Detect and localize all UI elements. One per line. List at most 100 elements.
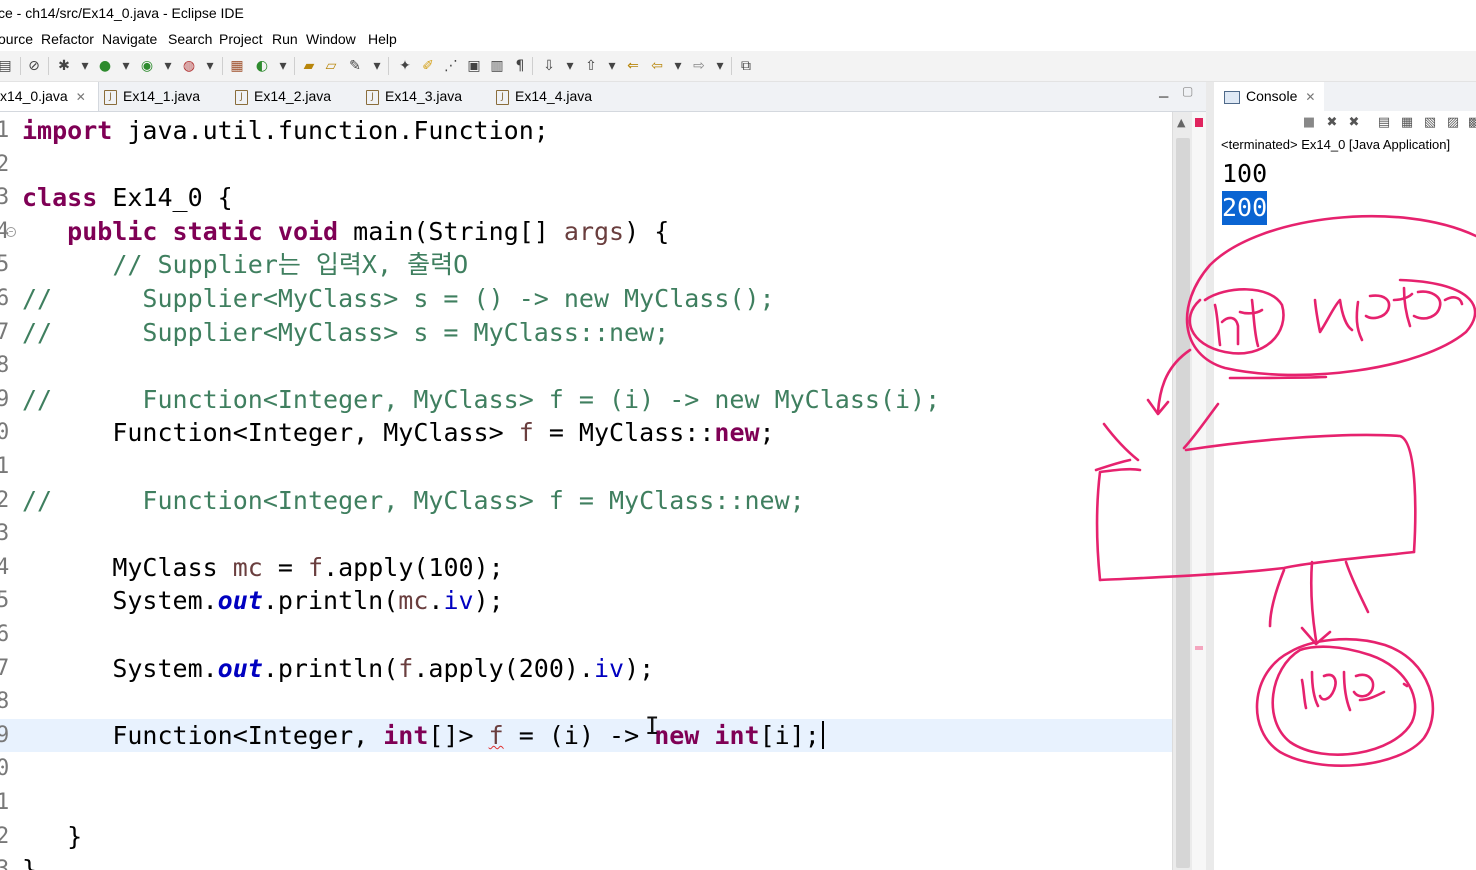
line-number: 2 — [0, 487, 10, 513]
tab-ex14-0[interactable]: x14_0.java ✕ — [0, 82, 99, 111]
line-number: 6 — [0, 622, 10, 647]
new-java-project-icon[interactable]: ▦ — [228, 57, 246, 75]
run-icon[interactable]: ● — [96, 57, 114, 75]
view-divider[interactable] — [1206, 82, 1214, 870]
back-icon[interactable]: ⇦ — [648, 57, 666, 75]
editor-scrollbar[interactable]: ▲ — [1172, 112, 1193, 870]
tab-label: Ex14_3.java — [385, 88, 463, 104]
console-output-line: 100 — [1222, 159, 1268, 188]
current-code-line: 9 Function<Integer, int[]> f = (i) -> ne… — [0, 718, 1172, 753]
close-icon[interactable]: ✕ — [1305, 90, 1315, 104]
word-wrap-icon[interactable]: ▧ — [1422, 115, 1438, 131]
new-class-icon[interactable]: ◐ — [253, 57, 271, 75]
line-number: 3 — [0, 857, 10, 870]
console-output-line-selected: 200 — [1222, 191, 1268, 225]
code-line: 7 // Supplier<MyClass> s = MyClass::new; — [0, 316, 1172, 350]
line-number: 0 — [0, 420, 10, 446]
menu-source[interactable]: ource — [0, 27, 33, 51]
forward-icon[interactable]: ⇨ — [690, 57, 708, 75]
toolbar-separator — [532, 57, 533, 75]
menu-window[interactable]: Window — [306, 27, 356, 51]
menu-search[interactable]: Search — [168, 27, 212, 51]
search-icon[interactable]: ✎ — [346, 57, 364, 75]
fold-toggle-icon[interactable]: − — [6, 226, 16, 237]
line-number: 9 — [0, 386, 10, 412]
tab-console[interactable]: Console ✕ — [1214, 82, 1324, 111]
code-line: 4 − public static void main(String[] arg… — [0, 215, 1172, 249]
chevron-down-icon[interactable]: ▾ — [603, 57, 621, 75]
tab-label: Ex14_4.java — [515, 88, 593, 104]
scrollbar-thumb[interactable] — [1176, 138, 1190, 868]
console-output[interactable]: 100 200 — [1214, 157, 1476, 870]
menu-refactor[interactable]: Refactor — [41, 27, 94, 51]
chevron-down-icon[interactable]: ▾ — [368, 57, 386, 75]
code-line: 3 } — [0, 853, 1172, 870]
last-edit-location-icon[interactable]: ⇐ — [624, 57, 642, 75]
open-type-icon[interactable]: ▰ — [300, 57, 318, 75]
line-number: 9 — [0, 722, 10, 748]
toggle-mark-occurrences-icon[interactable]: ✦ — [396, 57, 414, 75]
coverage-icon[interactable]: ◉ — [138, 57, 156, 75]
menu-project[interactable]: Project — [219, 27, 263, 51]
mouse-ibeam-cursor-icon: I — [645, 712, 660, 740]
warning-marker[interactable] — [1195, 646, 1203, 650]
show-whitespace-icon[interactable]: ¶ — [511, 57, 529, 75]
pin-editor-icon[interactable]: ⧉ — [737, 57, 755, 75]
code-editor[interactable]: 1 import java.util.function.Function; 2 … — [0, 112, 1172, 870]
scroll-up-icon[interactable]: ▲ — [1177, 116, 1185, 129]
annotations-icon[interactable]: ▣ — [465, 57, 483, 75]
close-icon[interactable]: ✕ — [76, 90, 86, 104]
tab-label: Ex14_2.java — [254, 88, 332, 104]
line-number: 1 — [0, 790, 10, 815]
previous-annotation-icon[interactable]: ⇧ — [582, 57, 600, 75]
line-number: 5 — [0, 588, 10, 614]
console-status-label: <terminated> Ex14_0 [Java Application] — [1221, 137, 1451, 152]
code-line: 2 // Function<Integer, MyClass> f = MyCl… — [0, 484, 1172, 518]
chevron-down-icon[interactable]: ▾ — [76, 57, 94, 75]
display-selected-console-icon[interactable]: ▩ — [1466, 115, 1476, 131]
code-line: 8 — [0, 349, 1172, 383]
code-line: 5 // Supplier는 입력X, 출력O — [0, 248, 1172, 282]
tab-label: Ex14_1.java — [123, 88, 201, 104]
open-folder-icon[interactable]: ▱ — [322, 57, 340, 75]
line-number: 4 — [0, 554, 10, 580]
show-console-icon[interactable]: ▨ — [1445, 115, 1461, 131]
chevron-down-icon[interactable]: ▾ — [669, 57, 687, 75]
chevron-down-icon[interactable]: ▾ — [274, 57, 292, 75]
next-annotation-icon[interactable]: ⇩ — [540, 57, 558, 75]
menu-navigate[interactable]: Navigate — [102, 27, 157, 51]
clear-console-icon[interactable]: ▤ — [1376, 115, 1392, 131]
scroll-lock-icon[interactable]: ▦ — [1399, 115, 1415, 131]
highlight-icon[interactable]: ✐ — [419, 57, 437, 75]
remove-all-launches-icon[interactable]: ✖ — [1346, 115, 1362, 131]
chevron-down-icon[interactable]: ▾ — [711, 57, 729, 75]
remove-launch-icon[interactable]: ✖ — [1324, 115, 1340, 131]
tab-ex14-1[interactable]: J Ex14_1.java — [104, 82, 200, 111]
minimize-icon[interactable]: ▁ — [1159, 84, 1168, 98]
tab-ex14-4[interactable]: J Ex14_4.java — [496, 82, 592, 111]
menu-help[interactable]: Help — [368, 27, 397, 51]
code-line: 1 import java.util.function.Function; — [0, 114, 1172, 148]
toggle-block-selection-icon[interactable]: ⋰ — [442, 57, 460, 75]
line-number: 8 — [0, 353, 10, 379]
menu-run[interactable]: Run — [272, 27, 298, 51]
tab-ex14-2[interactable]: J Ex14_2.java — [235, 82, 331, 111]
terminate-icon[interactable]: ■ — [1301, 115, 1317, 131]
save-all-icon[interactable]: ▤ — [0, 57, 14, 75]
external-tools-icon[interactable]: ◍ — [180, 57, 198, 75]
code-line: 3 — [0, 517, 1172, 551]
chevron-down-icon[interactable]: ▾ — [159, 57, 177, 75]
chevron-down-icon[interactable]: ▾ — [117, 57, 135, 75]
tab-ex14-3[interactable]: J Ex14_3.java — [366, 82, 462, 111]
code-line: 0 Function<Integer, MyClass> f = MyClass… — [0, 416, 1172, 450]
debug-icon[interactable]: ✱ — [55, 57, 73, 75]
chevron-down-icon[interactable]: ▾ — [201, 57, 219, 75]
main-toolbar: ▤ ⊘ ✱ ▾ ● ▾ ◉ ▾ ◍ ▾ ▦ ◐ ▾ ▰ ▱ ✎ ▾ ✦ ✐ ⋰ … — [0, 51, 1476, 82]
chevron-down-icon[interactable]: ▾ — [561, 57, 579, 75]
tab-label: x14_0.java — [0, 88, 68, 104]
maximize-icon[interactable]: ▢ — [1182, 84, 1193, 98]
code-line: 2 — [0, 148, 1172, 182]
error-marker-icon[interactable] — [1195, 118, 1203, 127]
skip-breakpoints-icon[interactable]: ⊘ — [25, 57, 43, 75]
word-wrap-icon[interactable]: ▥ — [488, 57, 506, 75]
